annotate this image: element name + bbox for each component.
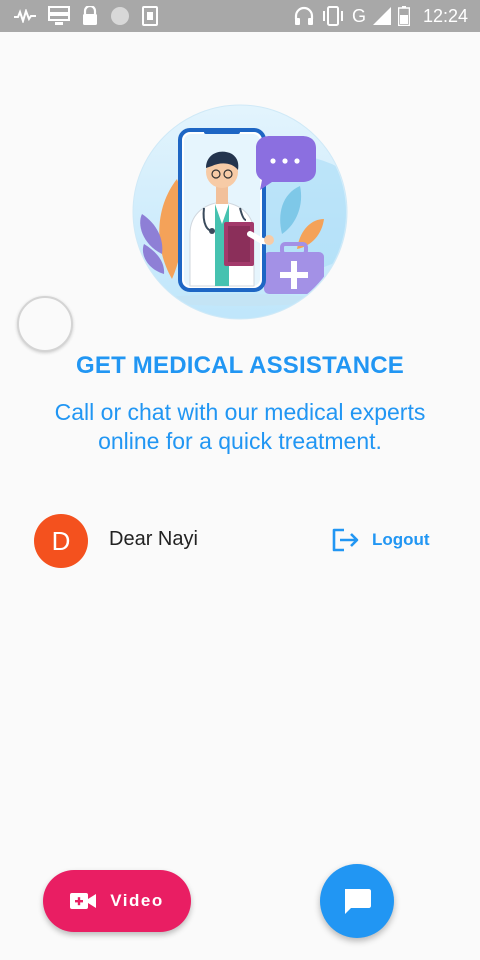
logout-button[interactable]: Logout	[330, 522, 430, 558]
storage-icon	[48, 6, 70, 25]
network-type-label: G	[351, 5, 366, 26]
vibrate-icon	[322, 6, 343, 26]
logout-icon	[332, 528, 359, 552]
page-subtitle: Call or chat with our medical experts on…	[20, 398, 460, 456]
chat-icon	[345, 889, 371, 914]
video-button-label: Video	[110, 891, 164, 910]
subtitle-line-2: online for a quick treatment.	[98, 428, 382, 454]
signal-wave-icon	[14, 9, 36, 23]
doctor-on-phone-illustration	[132, 104, 348, 320]
app-screen: G 12:24 GET MEDICAL ASSISTANCE Call or c…	[0, 0, 480, 960]
floating-overlay-button[interactable]	[17, 296, 73, 352]
avatar: D	[34, 514, 88, 568]
signal-bars-icon	[372, 7, 391, 25]
logout-label: Logout	[372, 530, 430, 549]
lock-icon	[83, 6, 97, 25]
video-call-icon	[70, 893, 97, 909]
avatar-initial: D	[51, 525, 71, 556]
clock: 12:24	[422, 5, 468, 26]
chat-button[interactable]	[320, 864, 394, 938]
battery-icon	[397, 6, 410, 26]
page-title: GET MEDICAL ASSISTANCE	[76, 352, 404, 379]
circle-icon	[111, 7, 129, 25]
sim-icon	[142, 6, 158, 26]
video-call-button[interactable]: Video	[43, 870, 191, 932]
status-bar: G 12:24	[0, 0, 480, 32]
status-bar-left	[14, 5, 158, 27]
status-bar-right: G 12:24	[294, 4, 468, 28]
headphones-icon	[294, 6, 314, 25]
subtitle-line-1: Call or chat with our medical experts	[54, 399, 426, 425]
user-name: Dear Nayi	[109, 528, 198, 550]
